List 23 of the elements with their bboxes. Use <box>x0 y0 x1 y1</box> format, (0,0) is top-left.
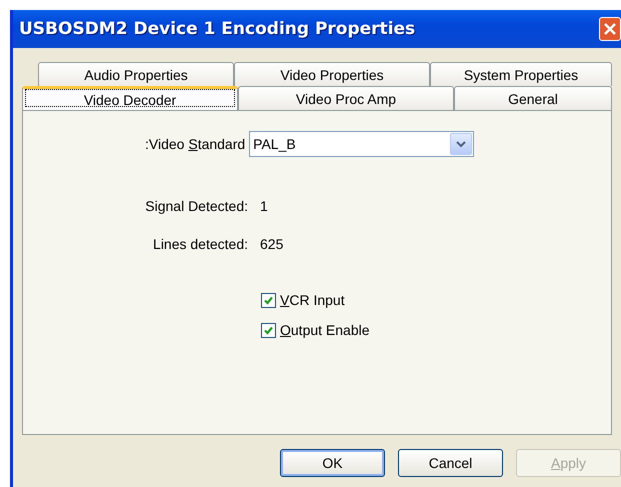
tab[interactable]: Video Proc Amp <box>238 86 454 110</box>
checkbox[interactable] <box>261 292 276 308</box>
checkbox[interactable] <box>261 322 276 338</box>
tab[interactable]: Video Decoder <box>22 86 238 110</box>
info-value: 625 <box>260 236 284 252</box>
tab[interactable]: General <box>454 86 612 110</box>
window-title: USBOSDM2 Device 1 Encoding Properties <box>19 19 416 39</box>
tab[interactable]: System Properties <box>430 62 612 86</box>
video-standard-dropdown[interactable]: PAL_B <box>249 131 474 157</box>
video-standard-label: :Video Standard <box>145 136 246 152</box>
tab[interactable]: Video Properties <box>234 62 430 86</box>
dialog-button[interactable]: OK <box>280 449 385 477</box>
chevron-down-icon <box>456 140 466 148</box>
info-value: 1 <box>260 198 269 214</box>
tab[interactable]: Audio Properties <box>38 62 234 86</box>
dropdown-button[interactable] <box>450 133 472 155</box>
dialog-button[interactable]: Cancel <box>398 449 503 477</box>
checkbox-label: Output Enable <box>280 322 370 338</box>
checkbox-label: VCR Input <box>280 292 345 308</box>
info-label: Signal Detected: <box>144 198 248 214</box>
info-label: Lines detected: <box>152 236 248 252</box>
close-button[interactable] <box>599 17 621 41</box>
close-icon <box>603 22 617 36</box>
